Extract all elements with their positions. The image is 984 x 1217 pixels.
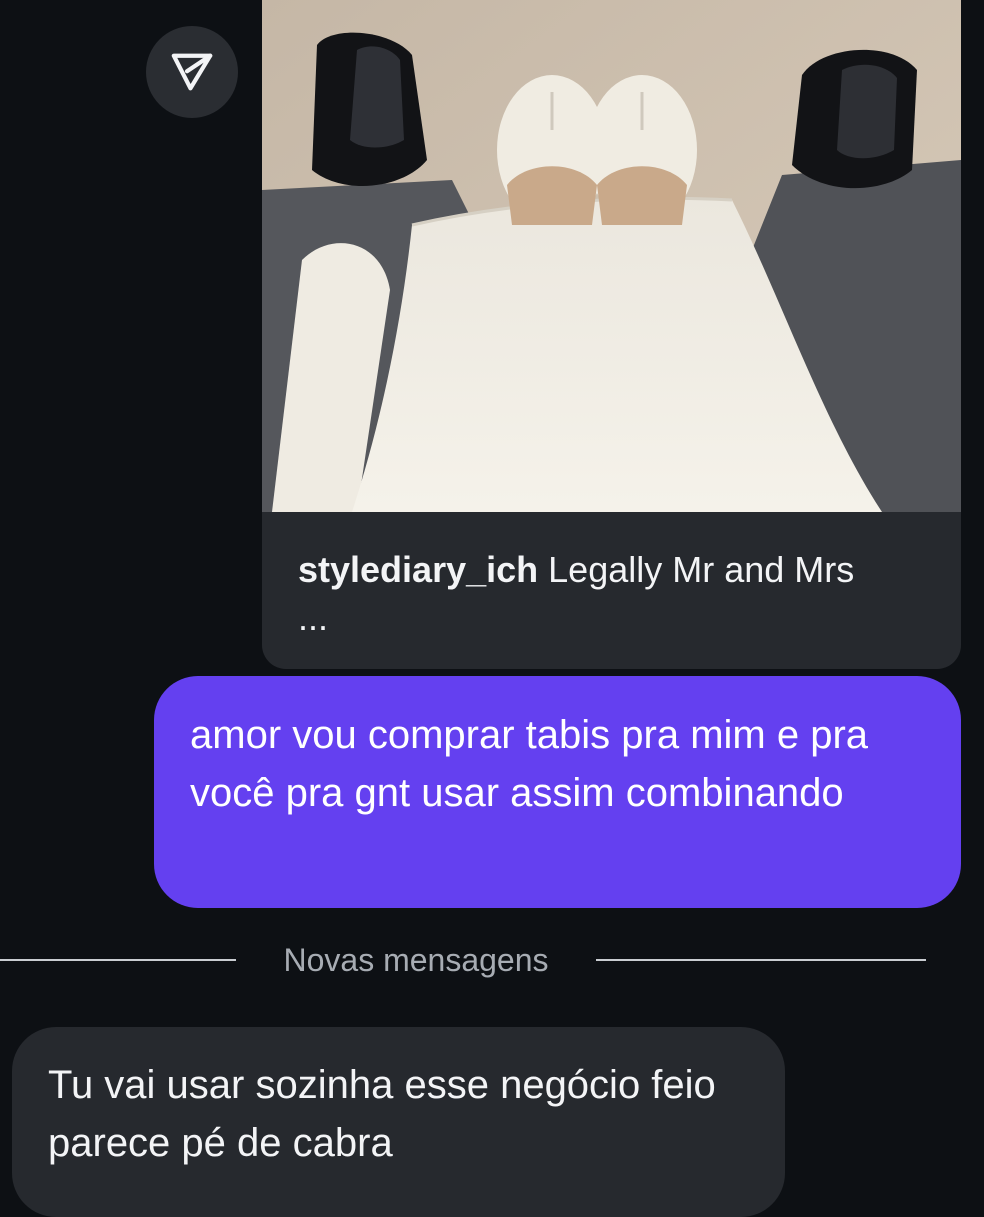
post-username[interactable]: stylediary_ich [298,549,538,590]
post-caption: stylediary_ich Legally Mr and Mrs ... [298,546,858,642]
sent-message-bubble[interactable]: amor vou comprar tabis pra mim e pra voc… [154,676,961,908]
sent-message-text: amor vou comprar tabis pra mim e pra voc… [190,713,869,815]
shared-post-card[interactable]: stylediary_ich Legally Mr and Mrs ... [262,0,961,669]
divider-line-right [596,959,926,961]
received-message-text: Tu vai usar sozinha esse negócio feio pa… [48,1063,716,1165]
post-image[interactable] [262,0,961,512]
divider-line-left [0,959,236,961]
received-message-bubble[interactable]: Tu vai usar sozinha esse negócio feio pa… [12,1027,785,1217]
share-button[interactable] [146,26,238,118]
new-messages-label: Novas mensagens [283,942,549,978]
new-messages-divider: Novas mensagens [0,936,984,984]
paper-plane-icon [169,49,215,95]
